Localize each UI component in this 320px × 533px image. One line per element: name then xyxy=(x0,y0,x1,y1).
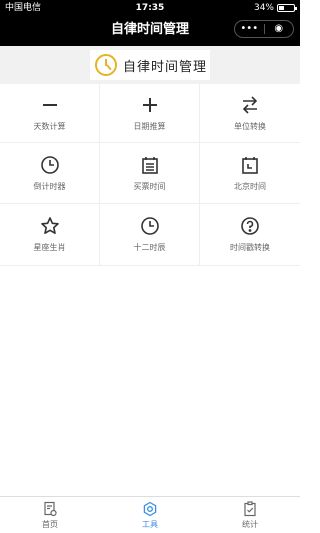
calendar-list-icon xyxy=(141,156,158,174)
banner: 自律时间管理 xyxy=(0,46,300,84)
more-menu-button[interactable]: ••• xyxy=(235,21,264,37)
tool-label: 星座生肖 xyxy=(33,243,66,252)
battery-percent: 34% xyxy=(253,3,274,13)
clipboard-check-icon xyxy=(244,500,256,516)
tool-ticket-time[interactable]: 买票时间 xyxy=(100,143,200,204)
battery-fill xyxy=(279,6,284,10)
home-doc-icon xyxy=(44,501,57,516)
clock-icon xyxy=(40,155,59,174)
clock-icon xyxy=(140,217,159,235)
tab-stats[interactable]: 统计 xyxy=(200,497,300,533)
star-icon xyxy=(40,217,59,234)
top-bar: 中国电信 17:35 34% 自律时间管理 ••• ◉ xyxy=(0,0,300,46)
tool-label: 日期推算 xyxy=(133,121,166,131)
plus-icon xyxy=(142,97,157,112)
tool-label: 十二时辰 xyxy=(133,243,166,252)
calendar-clock-icon xyxy=(242,156,258,174)
tool-date-calc[interactable]: 日期推算 xyxy=(100,84,200,143)
swap-arrows-icon xyxy=(242,95,258,114)
tab-label: 工具 xyxy=(142,519,158,529)
logo-text: 自律时间管理 xyxy=(123,59,208,75)
tab-tools[interactable]: 工具 xyxy=(100,497,200,533)
close-mini-program-button[interactable]: ◉ xyxy=(265,21,294,37)
mini-program-capsule: ••• ◉ xyxy=(234,20,294,38)
tool-twelve-hours[interactable]: 十二时辰 xyxy=(100,204,200,266)
tool-days-calc[interactable]: 天数计算 xyxy=(0,84,100,143)
tool-grid: 天数计算 日期推算 单位转换 倒计时器 买票时间 北京时间 星座生肖 十二时辰 … xyxy=(0,84,300,266)
minus-icon xyxy=(42,103,57,106)
clock-logo-icon xyxy=(95,54,117,76)
tool-zodiac[interactable]: 星座生肖 xyxy=(0,204,100,266)
tool-timestamp-convert[interactable]: 时间戳转换 xyxy=(200,204,300,266)
tool-label: 时间戳转换 xyxy=(230,243,270,252)
tool-label: 天数计算 xyxy=(33,121,66,131)
status-bar: 中国电信 17:35 34% xyxy=(0,0,300,16)
tool-label: 北京时间 xyxy=(234,181,266,191)
gear-icon xyxy=(143,501,157,516)
tool-beijing-time[interactable]: 北京时间 xyxy=(200,143,300,204)
tab-home[interactable]: 首页 xyxy=(0,497,100,533)
status-right: 34% xyxy=(253,0,297,16)
bottom-tab-bar: 首页 工具 统计 xyxy=(0,496,300,533)
tool-unit-convert[interactable]: 单位转换 xyxy=(200,84,300,143)
tool-label: 单位转换 xyxy=(234,121,266,131)
tool-countdown[interactable]: 倒计时器 xyxy=(0,143,100,204)
tab-label: 统计 xyxy=(242,519,258,529)
question-circle-icon xyxy=(241,217,259,235)
app-logo: 自律时间管理 xyxy=(90,50,210,80)
tool-label: 买票时间 xyxy=(133,181,166,191)
tab-label: 首页 xyxy=(42,519,58,529)
battery-icon xyxy=(277,4,297,12)
tool-label: 倒计时器 xyxy=(33,181,66,191)
